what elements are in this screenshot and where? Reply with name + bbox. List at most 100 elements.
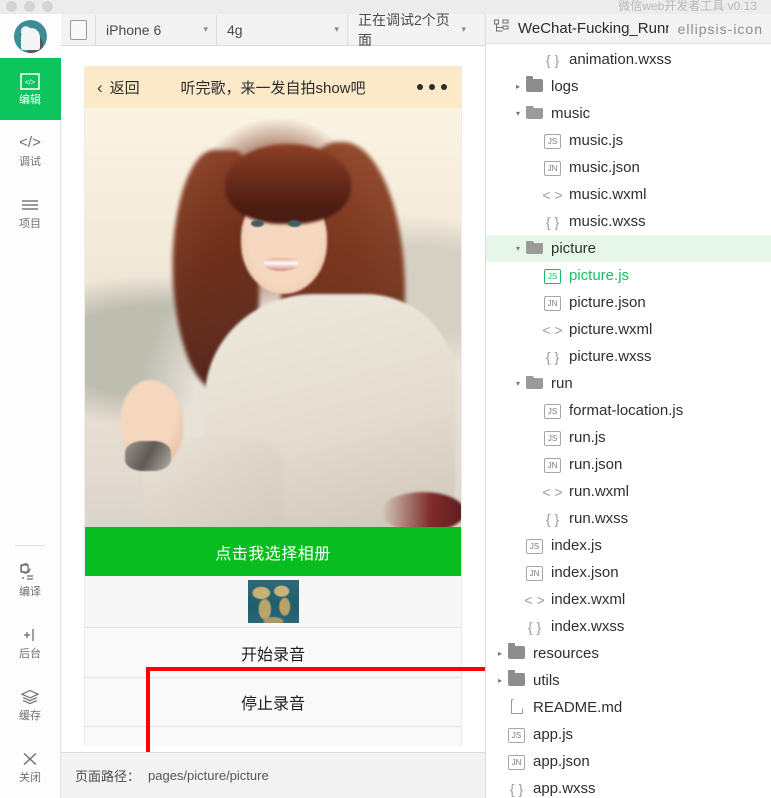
wxml-file-icon: < > bbox=[542, 321, 563, 338]
wxss-file-icon: { } bbox=[545, 510, 560, 527]
chevron-right-icon[interactable]: ▸ bbox=[512, 82, 524, 91]
chevron-down-icon[interactable]: ▾ bbox=[512, 379, 524, 388]
girl-portrait-photo bbox=[85, 108, 461, 527]
back-button-label: 返回 bbox=[109, 79, 140, 97]
wxss-file-icon: { } bbox=[545, 51, 560, 68]
chevron-down-icon[interactable]: ▾ bbox=[512, 244, 524, 253]
minimize-window-button[interactable] bbox=[24, 1, 35, 12]
folder-open-icon bbox=[526, 106, 543, 119]
chevron-right-icon[interactable]: ▸ bbox=[494, 649, 506, 658]
file-tree-list[interactable]: { } animation.wxss ▸ logs ▾ music JS music.js JN… bbox=[486, 44, 771, 798]
file-tree-row-label: format-location.js bbox=[569, 402, 684, 419]
json-file-icon: JN bbox=[544, 296, 561, 311]
file-tree-row[interactable]: README.md bbox=[486, 694, 771, 721]
sidebar-divider bbox=[15, 545, 45, 546]
js-file-icon: JS bbox=[544, 134, 561, 149]
chevron-down-icon[interactable]: ▾ bbox=[512, 109, 524, 118]
maximize-window-button[interactable] bbox=[42, 1, 53, 12]
device-select[interactable]: iPhone 6 ▾ bbox=[95, 14, 216, 45]
file-tree-row-label: run.wxss bbox=[569, 510, 629, 527]
file-tree-row-label: logs bbox=[551, 78, 579, 95]
photo-bangs bbox=[225, 144, 351, 224]
file-tree-row[interactable]: ▾ picture bbox=[486, 235, 771, 262]
simulator-area: ‹ 返回 听完歌，来一发自拍show吧 点击我选择相册 开始录音 停止录音 bbox=[61, 46, 531, 787]
photo-bracelet bbox=[125, 441, 171, 471]
network-select[interactable]: 4g ▾ bbox=[216, 14, 347, 45]
thumbnail-row bbox=[85, 576, 461, 627]
file-tree-row-label: index.wxml bbox=[551, 591, 626, 608]
debug-pages-select[interactable]: 正在调试2个页面 ▾ bbox=[347, 12, 474, 48]
file-tree-row[interactable]: { } music.wxss bbox=[486, 208, 771, 235]
debug-pages-value: 正在调试2个页面 bbox=[358, 11, 450, 48]
file-tree-row[interactable]: < > music.wxml bbox=[486, 181, 771, 208]
sidebar-item-project[interactable]: 项目 bbox=[0, 182, 61, 244]
close-window-button[interactable] bbox=[6, 1, 17, 12]
choose-album-button[interactable]: 点击我选择相册 bbox=[85, 527, 461, 576]
stop-record-button[interactable]: 停止录音 bbox=[85, 677, 461, 727]
wxss-file-icon: { } bbox=[509, 780, 524, 797]
start-record-button[interactable]: 开始录音 bbox=[85, 627, 461, 677]
rotate-device-button[interactable] bbox=[70, 19, 87, 40]
file-tree-row[interactable]: JS picture.js bbox=[486, 262, 771, 289]
file-tree-row[interactable]: { } picture.wxss bbox=[486, 343, 771, 370]
file-tree-row-label: run.wxml bbox=[569, 483, 630, 500]
svg-text:</>: </> bbox=[25, 79, 35, 86]
file-tree-row[interactable]: { } index.wxss bbox=[486, 613, 771, 640]
back-button[interactable]: ‹ 返回 bbox=[97, 77, 140, 98]
file-tree-row[interactable]: JS run.js bbox=[486, 424, 771, 451]
file-tree-row[interactable]: JN picture.json bbox=[486, 289, 771, 316]
sidebar-item-close[interactable]: 关闭 bbox=[0, 736, 61, 798]
file-tree-row-label: index.wxss bbox=[551, 618, 625, 635]
file-tree-row[interactable]: < > index.wxml bbox=[486, 586, 771, 613]
file-tree-row[interactable]: { } animation.wxss bbox=[486, 46, 771, 73]
window-traffic-lights[interactable] bbox=[6, 1, 53, 12]
sidebar-item-background[interactable]: 后台 bbox=[0, 612, 61, 674]
file-tree-row-label: utils bbox=[533, 672, 560, 689]
device-select-value: iPhone 6 bbox=[106, 21, 162, 38]
file-tree-row[interactable]: JS format-location.js bbox=[486, 397, 771, 424]
avatar-container[interactable] bbox=[0, 14, 61, 58]
file-tree-row[interactable]: JS music.js bbox=[486, 127, 771, 154]
folder-icon bbox=[526, 76, 543, 92]
file-tree-row[interactable]: { } run.wxss bbox=[486, 505, 771, 532]
file-tree-row[interactable]: JN music.json bbox=[486, 154, 771, 181]
file-tree-row[interactable]: JN index.json bbox=[486, 559, 771, 586]
angle-brackets-icon: </> bbox=[19, 134, 41, 151]
file-tree-row[interactable]: { } app.wxss bbox=[486, 775, 771, 798]
file-tree-row[interactable]: ▸ logs bbox=[486, 73, 771, 100]
file-tree-row[interactable]: < > run.wxml bbox=[486, 478, 771, 505]
file-tree-row[interactable]: JS app.js bbox=[486, 721, 771, 748]
file-tree-row-label: README.md bbox=[533, 699, 623, 716]
file-tree-row-label: music.wxss bbox=[569, 213, 646, 230]
ellipsis-icon[interactable] bbox=[417, 84, 447, 90]
file-tree-panel: WeChat-Fucking_Running ellipsis-icon { }… bbox=[485, 14, 771, 798]
markdown-file-icon bbox=[510, 699, 523, 714]
file-tree-row[interactable]: JN app.json bbox=[486, 748, 771, 775]
file-tree-row-label: picture.json bbox=[569, 294, 646, 311]
file-tree-row[interactable]: ▾ run bbox=[486, 370, 771, 397]
close-x-icon bbox=[21, 750, 39, 768]
file-tree-row-label: music.wxml bbox=[569, 186, 647, 203]
file-tree-row[interactable]: ▾ music bbox=[486, 100, 771, 127]
sidebar-item-compile[interactable]: 编译 bbox=[0, 550, 61, 612]
ellipsis-icon[interactable]: ellipsis-icon bbox=[678, 21, 763, 37]
file-tree-row[interactable]: JS index.js bbox=[486, 532, 771, 559]
chevron-right-icon[interactable]: ▸ bbox=[494, 676, 506, 685]
sidebar-item-cache[interactable]: 缓存 bbox=[0, 674, 61, 736]
file-tree-row-label: music bbox=[551, 105, 591, 122]
user-avatar[interactable] bbox=[13, 19, 47, 53]
sidebar-item-debug[interactable]: </> 调试 bbox=[0, 120, 61, 182]
world-map-thumbnail[interactable] bbox=[247, 580, 299, 623]
sidebar-item-edit[interactable]: </> 编辑 bbox=[0, 58, 61, 120]
file-tree-row-label: app.wxss bbox=[533, 780, 596, 797]
phone-navbar: ‹ 返回 听完歌，来一发自拍show吧 bbox=[85, 66, 461, 108]
file-tree-row[interactable]: JN run.json bbox=[486, 451, 771, 478]
file-tree-row[interactable]: ▸ resources bbox=[486, 640, 771, 667]
wxml-file-icon: < > bbox=[542, 186, 563, 203]
folder-open-icon bbox=[526, 241, 543, 254]
file-tree-row[interactable]: ▸ utils bbox=[486, 667, 771, 694]
chevron-down-icon: ▾ bbox=[334, 24, 339, 34]
json-file-icon: JN bbox=[526, 566, 543, 581]
file-tree-row[interactable]: < > picture.wxml bbox=[486, 316, 771, 343]
sidebar-label-close: 关闭 bbox=[19, 772, 41, 784]
